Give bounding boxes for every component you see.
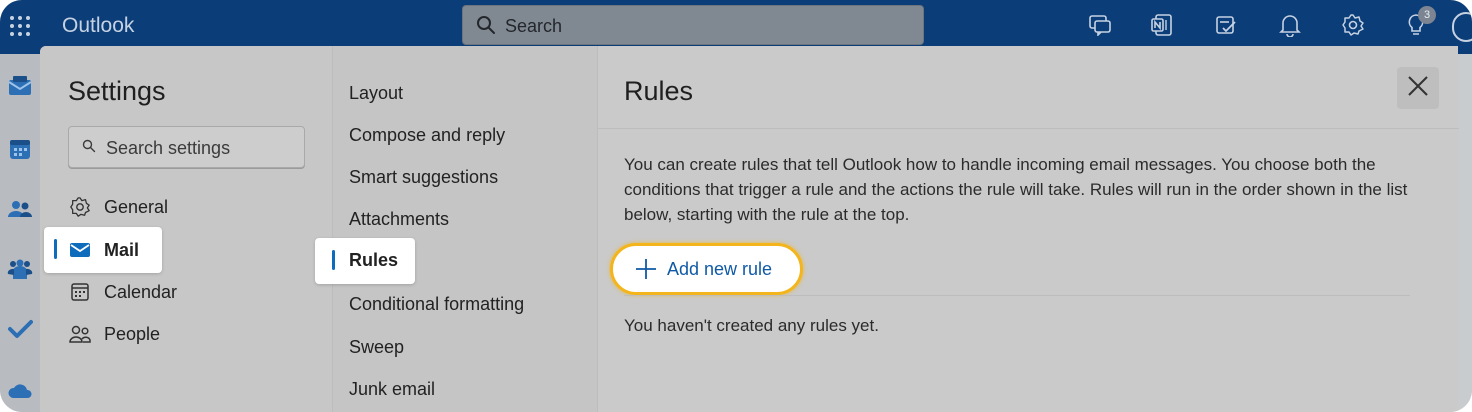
add-new-rule-button[interactable]: Add new rule — [610, 243, 803, 295]
app-rail — [0, 54, 40, 412]
people-icon — [68, 322, 92, 346]
background-content — [1458, 54, 1472, 412]
selection-indicator — [332, 250, 335, 270]
subsection-compose-and-reply[interactable]: Compose and reply — [349, 125, 505, 146]
subsection-sweep[interactable]: Sweep — [349, 337, 404, 358]
category-people[interactable]: People — [68, 314, 160, 354]
subsection-junk-email[interactable]: Junk email — [349, 379, 435, 400]
bell-icon[interactable] — [1277, 12, 1303, 38]
search-placeholder: Search — [505, 16, 563, 36]
search-icon — [82, 139, 96, 158]
mail-icon[interactable] — [7, 74, 33, 98]
groups-icon[interactable] — [7, 257, 33, 281]
add-new-rule-label: Add new rule — [667, 258, 773, 279]
settings-title: Settings — [68, 76, 166, 106]
subsection-rules[interactable]: Rules — [315, 238, 415, 284]
selection-indicator — [54, 239, 57, 259]
rules-title: Rules — [624, 76, 694, 106]
todo-icon[interactable] — [1213, 12, 1239, 38]
feedback-icon[interactable] — [1087, 12, 1113, 38]
notification-badge: 3 — [1418, 6, 1436, 24]
outlook-window: Outlook Search 3 Settings Search setting… — [0, 0, 1472, 412]
settings-dialog: Settings Search settings General Mail Ca… — [40, 46, 1459, 412]
category-label: Calendar — [104, 281, 178, 302]
mail-subsections-pane: Layout Compose and reply Smart suggestio… — [315, 46, 597, 412]
settings-categories-pane: Settings Search settings General Mail Ca… — [40, 46, 332, 412]
subsection-label: Rules — [349, 250, 399, 270]
rules-list-divider — [624, 295, 1410, 296]
subsection-attachments[interactable]: Attachments — [349, 209, 449, 230]
plus-icon — [635, 258, 657, 280]
rules-panel: Rules You can create rules that tell Out… — [597, 46, 1459, 412]
people-icon[interactable] — [7, 197, 33, 221]
category-mail[interactable]: Mail — [44, 227, 162, 273]
subsection-smart-suggestions[interactable]: Smart suggestions — [349, 167, 498, 188]
subsection-layout[interactable]: Layout — [349, 83, 403, 104]
app-launcher-icon[interactable] — [8, 14, 32, 38]
search-box[interactable]: Search — [462, 5, 924, 45]
settings-search-placeholder: Search settings — [106, 138, 231, 158]
search-icon — [476, 15, 496, 40]
header-divider — [598, 128, 1459, 129]
subsection-conditional-formatting[interactable]: Conditional formatting — [349, 294, 524, 315]
todo-check-icon[interactable] — [7, 317, 33, 341]
avatar[interactable] — [1452, 12, 1472, 42]
calendar-icon — [68, 280, 92, 304]
rules-description: You can create rules that tell Outlook h… — [624, 155, 1408, 224]
calendar-icon[interactable] — [7, 137, 33, 161]
category-general[interactable]: General — [68, 187, 168, 227]
gear-icon[interactable] — [1340, 12, 1366, 38]
close-icon — [1407, 75, 1429, 102]
category-calendar[interactable]: Calendar — [68, 272, 177, 312]
category-label: People — [104, 323, 161, 344]
category-label: Mail — [104, 239, 140, 260]
gear-icon — [68, 195, 92, 219]
onenote-icon[interactable] — [1149, 12, 1175, 38]
onedrive-icon[interactable] — [7, 378, 33, 402]
app-title: Outlook — [62, 14, 135, 37]
category-label: General — [104, 196, 169, 217]
settings-search-input[interactable]: Search settings — [68, 126, 305, 168]
close-button[interactable] — [1397, 67, 1439, 109]
mail-icon — [68, 238, 92, 262]
empty-rules-message: You haven't created any rules yet. — [624, 316, 879, 335]
